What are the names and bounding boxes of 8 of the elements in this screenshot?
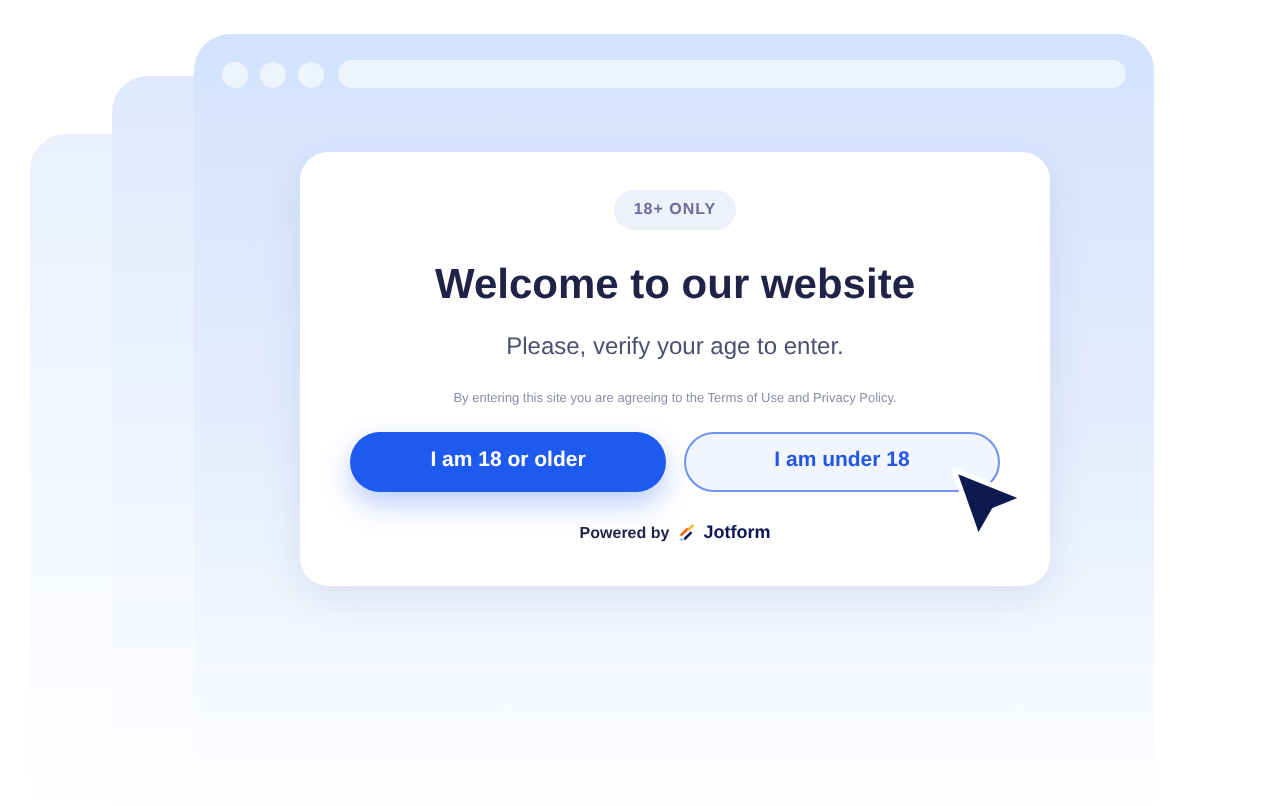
age-badge: 18+ ONLY bbox=[613, 190, 737, 230]
powered-by-text: Powered by bbox=[579, 521, 670, 546]
modal-subtitle: Please, verify your age to enter. bbox=[506, 330, 844, 365]
age-button[interactable]: I am under 18 bbox=[684, 432, 1000, 492]
brand-name: Jotform bbox=[703, 520, 771, 546]
logo-icon bbox=[677, 524, 696, 543]
age-button[interactable]: I am 18 or older bbox=[350, 432, 666, 492]
modal-title: Welcome to our website bbox=[435, 260, 915, 312]
